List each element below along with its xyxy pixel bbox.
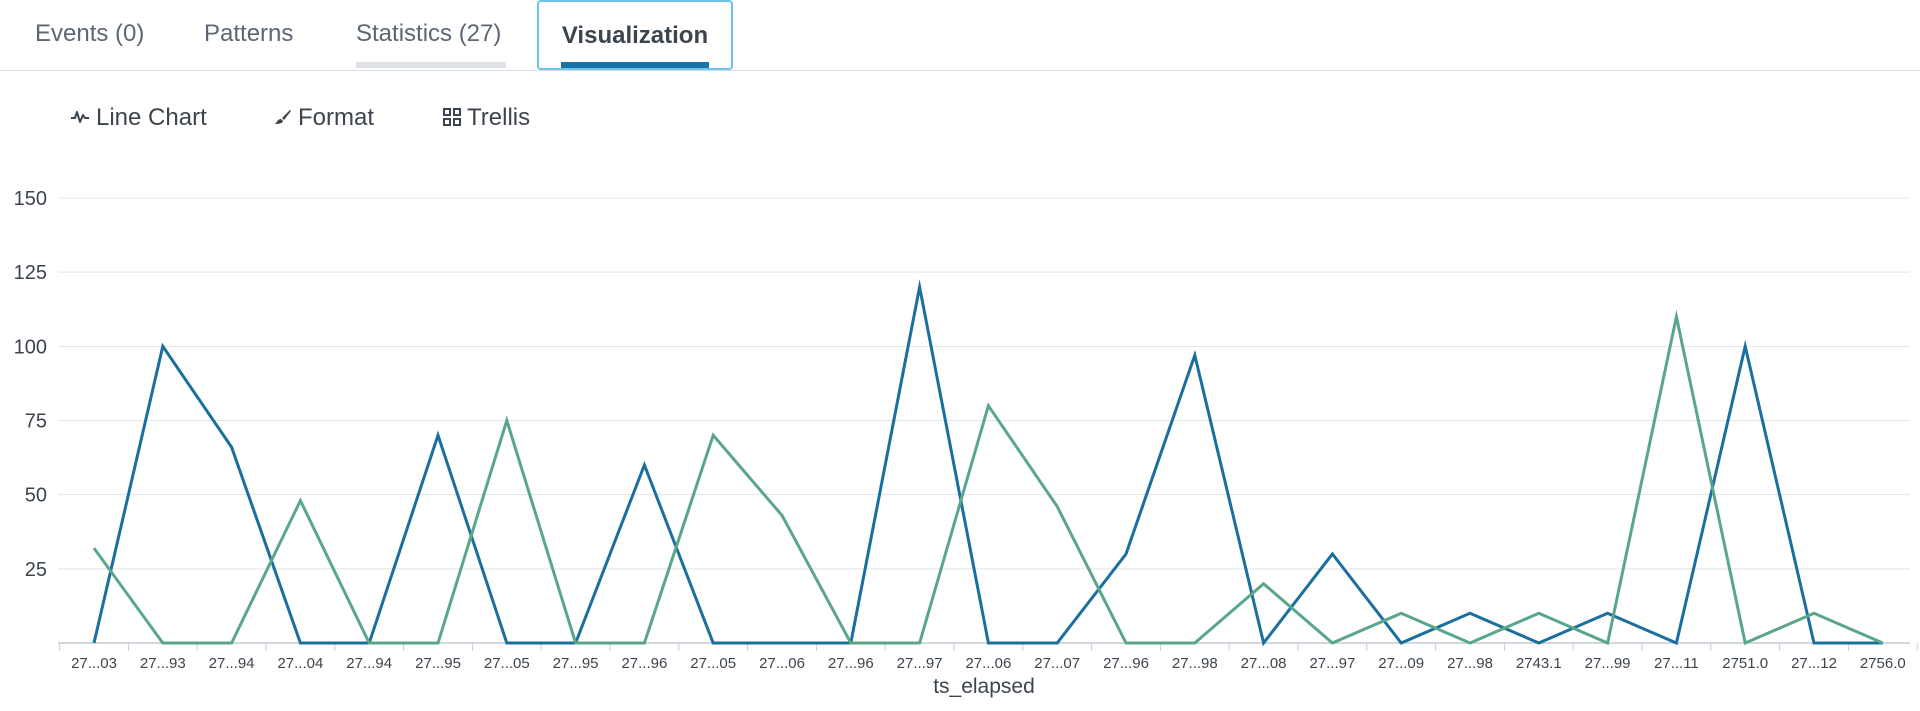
tab-statistics-underline (356, 62, 506, 68)
x-tick-label: 27...98 (1172, 655, 1218, 672)
tab-statistics-label: Statistics (27) (356, 20, 502, 47)
x-tick-label: 27...05 (690, 655, 736, 672)
y-tick-label: 50 (25, 485, 47, 507)
x-tick-label: 27...05 (484, 655, 530, 672)
gridlines (58, 197, 1910, 570)
tab-visualization-underline (561, 62, 709, 68)
x-tick-label: 2756.0 (1860, 655, 1906, 672)
trellis-button[interactable]: Trellis (443, 100, 530, 136)
y-tick-label: 75 (25, 411, 47, 433)
x-tick-label: 27...97 (897, 655, 943, 672)
series-line-1 (92, 279, 1883, 647)
x-tick-label: 27...93 (140, 655, 186, 672)
x-tick-label: 27...95 (415, 655, 461, 672)
x-tick-label: 2743.1 (1516, 655, 1562, 672)
y-axis: 25 50 75 100 125 150 (14, 188, 47, 581)
x-tick-label: 27...12 (1791, 655, 1837, 672)
line-chart: 255075100125150 27...03 27...93 27...94 27.… (14, 188, 1918, 698)
line-chart-button[interactable]: Line Chart (70, 100, 207, 136)
x-tick-label: 27...94 (346, 655, 392, 672)
tab-patterns-label: Patterns (204, 20, 294, 47)
format-label: Format (298, 104, 375, 131)
x-tick-label: 27...98 (1447, 655, 1493, 672)
tab-events-label: Events (0) (35, 20, 145, 47)
tab-events[interactable]: Events (0) (35, 0, 145, 70)
series-line-2 (92, 309, 1884, 646)
x-tick-label: 27...06 (965, 655, 1011, 672)
x-tick-label: 2751.0 (1722, 655, 1768, 672)
x-tick-label: 27...94 (209, 655, 255, 672)
x-tick-label: 27...96 (828, 655, 874, 672)
x-tick-label: 27...03 (71, 655, 117, 672)
tab-bar: Events (0) Patterns Statistics (27) Visu… (0, 0, 1920, 71)
x-tick-label: 27...11 (1654, 655, 1699, 672)
tab-patterns[interactable]: Patterns (204, 0, 304, 70)
y-tick-label: 125 (14, 262, 47, 284)
x-tick-label: 27...04 (277, 655, 323, 672)
x-tick-label: 27...99 (1585, 655, 1631, 672)
x-tick-label: 27...96 (621, 655, 667, 672)
y-tick-label: 100 (14, 336, 47, 358)
grid-icon (443, 107, 461, 126)
y-tick-label: 25 (25, 559, 47, 581)
paintbrush-icon (275, 109, 291, 124)
format-button[interactable]: Format (274, 100, 374, 136)
x-axis: 27...03 27...93 27...94 27...04 27...94 27...… (58, 642, 1918, 672)
x-axis-label: ts_elapsed (933, 675, 1035, 698)
series-lines (92, 279, 1884, 647)
x-tick-label: 27...09 (1378, 655, 1424, 672)
x-tick-label: 27...07 (1034, 655, 1080, 672)
tab-visualization[interactable]: Visualization (537, 0, 733, 70)
line-chart-icon (71, 110, 89, 123)
x-tick-label: 27...96 (1103, 655, 1149, 672)
tab-statistics[interactable]: Statistics (27) (356, 0, 506, 70)
x-tick-label: 27...06 (759, 655, 805, 672)
trellis-label: Trellis (467, 104, 531, 131)
tab-visualization-label: Visualization (561, 22, 709, 49)
y-tick-label: 150 (14, 188, 47, 210)
line-chart-label: Line Chart (96, 104, 207, 131)
x-tick-label: 27...97 (1309, 655, 1355, 672)
x-tick-label: 27...08 (1241, 655, 1287, 672)
x-tick-label: 27...95 (553, 655, 599, 672)
